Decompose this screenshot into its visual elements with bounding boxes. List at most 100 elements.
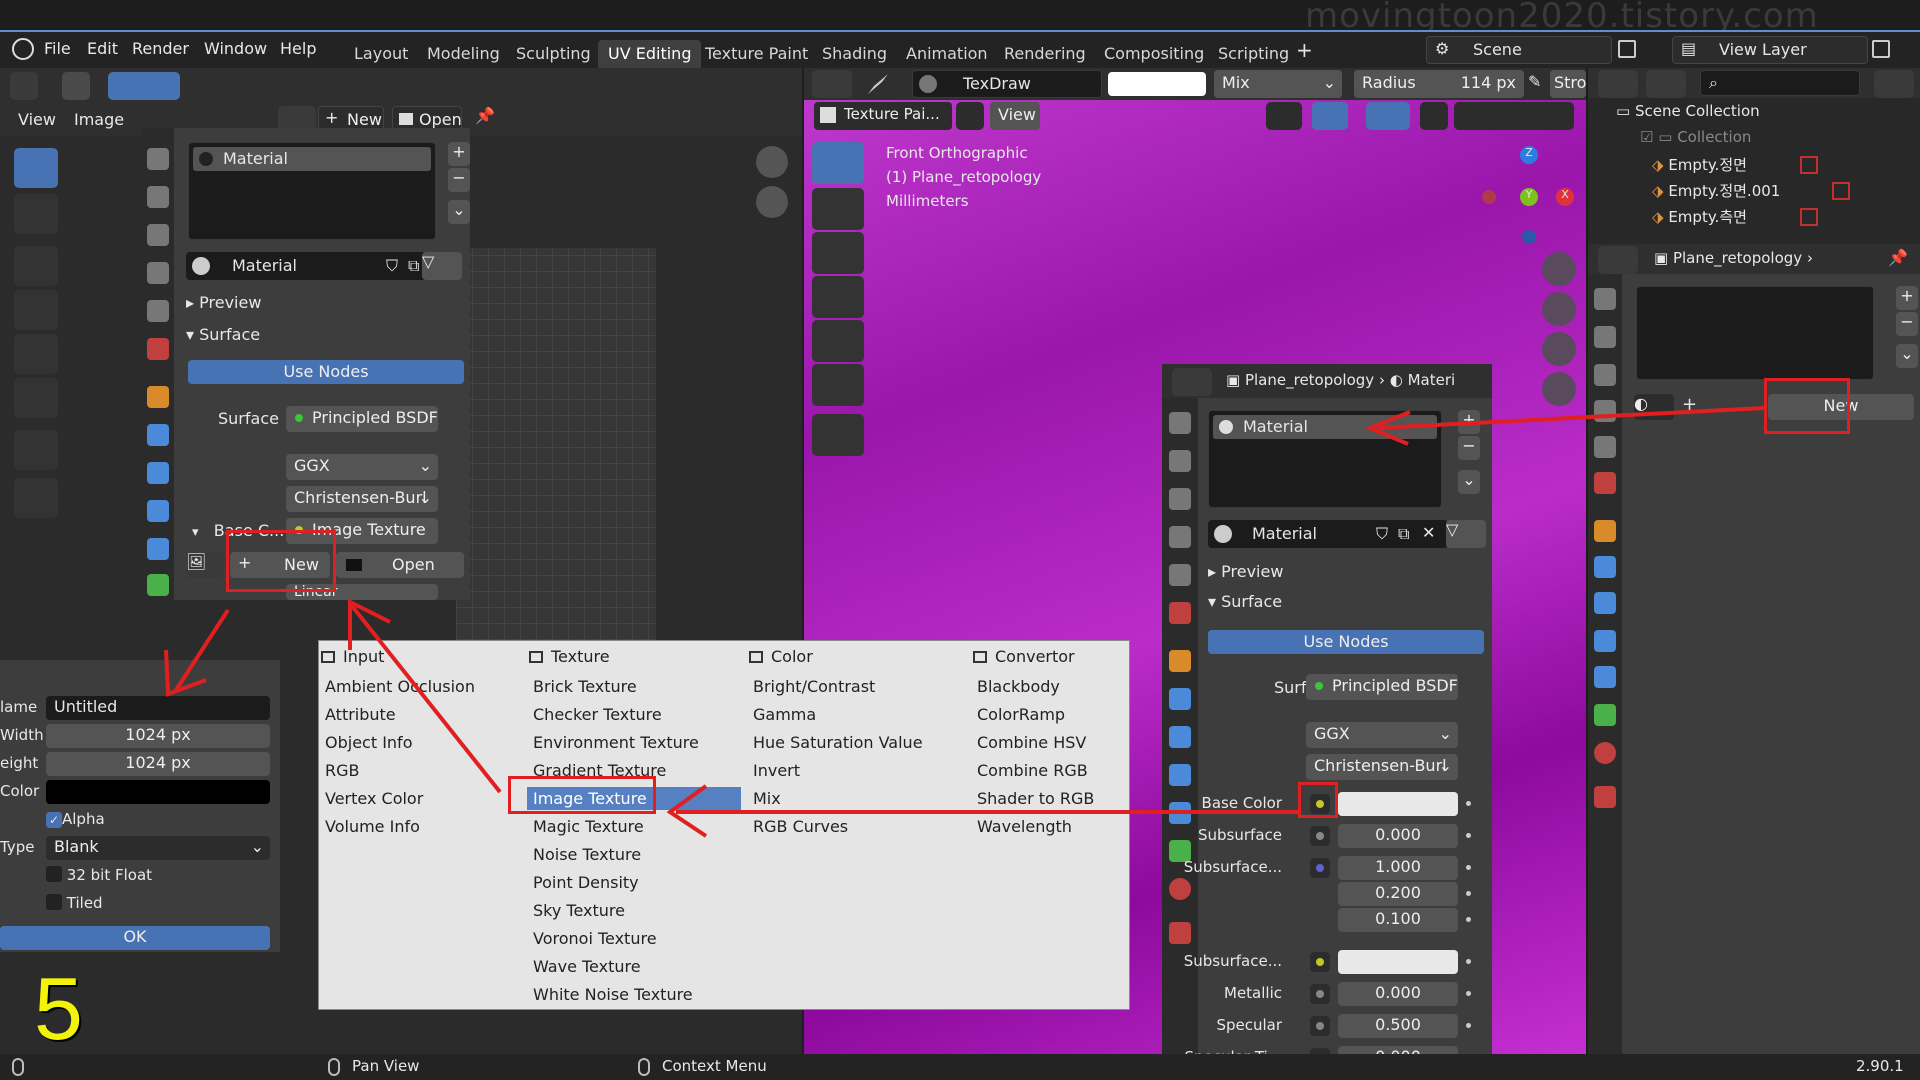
image-name-input[interactable]: Untitled bbox=[46, 696, 270, 720]
tab-modeling[interactable]: Modeling bbox=[417, 40, 510, 68]
outliner-item[interactable]: ⬗ Empty.정면.001 bbox=[1652, 180, 1780, 201]
height-field[interactable]: 1024 px bbox=[46, 752, 270, 776]
checkbox-icon[interactable]: ☑ bbox=[1640, 128, 1653, 146]
world-tab-icon[interactable] bbox=[1169, 602, 1191, 624]
menu-category-input[interactable]: Input bbox=[321, 647, 384, 666]
blender-logo-icon[interactable] bbox=[12, 38, 34, 60]
shading-modes-icon[interactable] bbox=[1454, 102, 1574, 130]
menu-item[interactable]: RGB Curves bbox=[747, 815, 854, 838]
ortho-grid-icon[interactable] bbox=[1542, 372, 1576, 406]
physics-tab-icon[interactable] bbox=[1169, 764, 1191, 786]
visibility-icon[interactable] bbox=[1266, 102, 1302, 130]
outliner-item[interactable]: ⬗ Empty.정면 bbox=[1652, 154, 1747, 175]
distribution-select[interactable]: GGX ⌄ bbox=[286, 454, 438, 480]
input-row-value[interactable] bbox=[1338, 950, 1458, 974]
menu-render[interactable]: Render bbox=[132, 39, 189, 58]
input-row-value[interactable]: 0.100 bbox=[1338, 908, 1458, 932]
tiled-checkbox[interactable]: Tiled bbox=[46, 894, 103, 912]
annotate-icon[interactable] bbox=[812, 414, 864, 456]
menu-item[interactable]: Blackbody bbox=[971, 675, 1066, 698]
keyframe-dot-icon[interactable] bbox=[1466, 959, 1471, 964]
menu-item[interactable]: Checker Texture bbox=[527, 703, 668, 726]
material-browse-icon[interactable]: ◐ bbox=[1634, 394, 1674, 420]
brush-selector[interactable]: TexDraw bbox=[912, 70, 1102, 98]
preview-section[interactable]: ▸ Preview bbox=[1208, 562, 1283, 581]
float-checkbox[interactable]: 32 bit Float bbox=[46, 866, 152, 884]
zoom-icon[interactable] bbox=[756, 146, 788, 178]
menu-view[interactable]: View bbox=[18, 110, 56, 129]
zoom-icon[interactable] bbox=[1542, 252, 1576, 286]
annotate-icon[interactable] bbox=[14, 430, 58, 470]
input-row-value[interactable]: 1.000 bbox=[1338, 856, 1458, 880]
material-browse-icon[interactable] bbox=[1214, 525, 1232, 543]
output-tab-icon[interactable] bbox=[1594, 364, 1616, 386]
menu-category-color[interactable]: Color bbox=[749, 647, 813, 666]
keyframe-dot-icon[interactable] bbox=[1466, 801, 1471, 806]
view-menu[interactable]: View bbox=[990, 102, 1040, 130]
transform-icon[interactable] bbox=[14, 378, 58, 418]
smear-icon[interactable] bbox=[812, 232, 864, 274]
collection-row[interactable]: ☑ ▭ Collection bbox=[1640, 128, 1751, 146]
socket-icon[interactable] bbox=[1310, 858, 1330, 878]
particles-tab-icon[interactable] bbox=[1594, 592, 1616, 614]
texture-tab-icon[interactable] bbox=[1594, 786, 1616, 808]
add-slot-button[interactable]: + bbox=[1896, 286, 1918, 310]
material-slot-list[interactable]: Material bbox=[188, 142, 436, 240]
axis-neg-z-icon[interactable] bbox=[1522, 230, 1536, 244]
tab-rendering[interactable]: Rendering bbox=[994, 40, 1096, 68]
tab-scripting[interactable]: Scripting bbox=[1208, 40, 1299, 68]
surface-shader-button[interactable]: Principled BSDF bbox=[286, 406, 438, 432]
menu-item[interactable]: ColorRamp bbox=[971, 703, 1071, 726]
menu-item[interactable]: Ambient Occlusion bbox=[319, 675, 481, 698]
material-slot-row[interactable]: Material bbox=[1213, 415, 1437, 439]
keyframe-dot-icon[interactable] bbox=[1466, 865, 1471, 870]
menu-item[interactable]: Brick Texture bbox=[527, 675, 643, 698]
scene-selector[interactable]: ⚙ Scene bbox=[1426, 36, 1612, 64]
subsurface-method-select[interactable]: Christensen-Burl ⌄ bbox=[1306, 754, 1458, 780]
menu-item[interactable]: RGB bbox=[319, 759, 366, 782]
mode-select[interactable]: Texture Pai... bbox=[814, 102, 952, 130]
input-row-value[interactable] bbox=[1338, 792, 1458, 816]
scene-collection-row[interactable]: ▭ Scene Collection bbox=[1616, 102, 1760, 120]
plus-icon[interactable]: + bbox=[1682, 394, 1697, 415]
menu-item[interactable]: Invert bbox=[747, 759, 806, 782]
radius-field[interactable]: Radius 114 px bbox=[1354, 70, 1524, 98]
outliner-search-input[interactable]: ⌕ bbox=[1700, 70, 1860, 96]
distribution-select[interactable]: GGX ⌄ bbox=[1306, 722, 1458, 748]
slot-menu-button[interactable]: ⌄ bbox=[1458, 470, 1480, 494]
material-tab-icon[interactable] bbox=[1594, 742, 1616, 764]
menu-file[interactable]: File bbox=[44, 39, 71, 58]
axis-z-icon[interactable]: Z bbox=[1520, 146, 1538, 164]
fake-user-icon[interactable]: ⛉ bbox=[1376, 524, 1388, 544]
render-tab-icon[interactable] bbox=[147, 186, 169, 208]
select-mode-icon[interactable] bbox=[108, 72, 180, 100]
world-tab-icon[interactable] bbox=[1594, 472, 1616, 494]
pin-icon[interactable]: 📌 bbox=[1888, 248, 1908, 267]
render-tab-icon[interactable] bbox=[1594, 326, 1616, 348]
move-icon[interactable] bbox=[14, 246, 58, 286]
menu-item[interactable]: Environment Texture bbox=[527, 731, 705, 754]
menu-item[interactable]: Wave Texture bbox=[527, 955, 647, 978]
material-slot-row[interactable]: Material bbox=[193, 147, 431, 171]
grab-icon[interactable] bbox=[14, 478, 58, 518]
add-slot-button[interactable]: + bbox=[448, 142, 470, 166]
axis-x-icon[interactable]: X bbox=[1556, 188, 1574, 206]
keyframe-dot-icon[interactable] bbox=[1466, 891, 1471, 896]
object-tab-icon[interactable] bbox=[1169, 650, 1191, 672]
brush-color-swatch[interactable] bbox=[1108, 72, 1206, 96]
data-tab-icon[interactable] bbox=[1594, 704, 1616, 726]
subsurface-method-select[interactable]: Christensen-Burl ⌄ bbox=[286, 486, 438, 512]
scene-tab-icon[interactable] bbox=[1169, 564, 1191, 586]
image-browse-button[interactable]: 🖼 bbox=[186, 552, 224, 578]
remove-slot-button[interactable]: − bbox=[1458, 436, 1480, 460]
strength-field[interactable]: Stro bbox=[1550, 70, 1586, 98]
tab-texture-paint[interactable]: Texture Paint bbox=[695, 40, 818, 68]
physics-tab-icon[interactable] bbox=[1594, 630, 1616, 652]
display-mode-icon[interactable] bbox=[1646, 70, 1686, 98]
clone-icon[interactable] bbox=[812, 276, 864, 318]
slot-menu-button[interactable]: ⌄ bbox=[448, 200, 470, 224]
tab-shading[interactable]: Shading bbox=[812, 40, 897, 68]
view-layer-tab-icon[interactable] bbox=[147, 262, 169, 284]
use-nodes-button[interactable]: Use Nodes bbox=[188, 360, 464, 384]
axis-neg-x-icon[interactable] bbox=[1482, 190, 1496, 204]
